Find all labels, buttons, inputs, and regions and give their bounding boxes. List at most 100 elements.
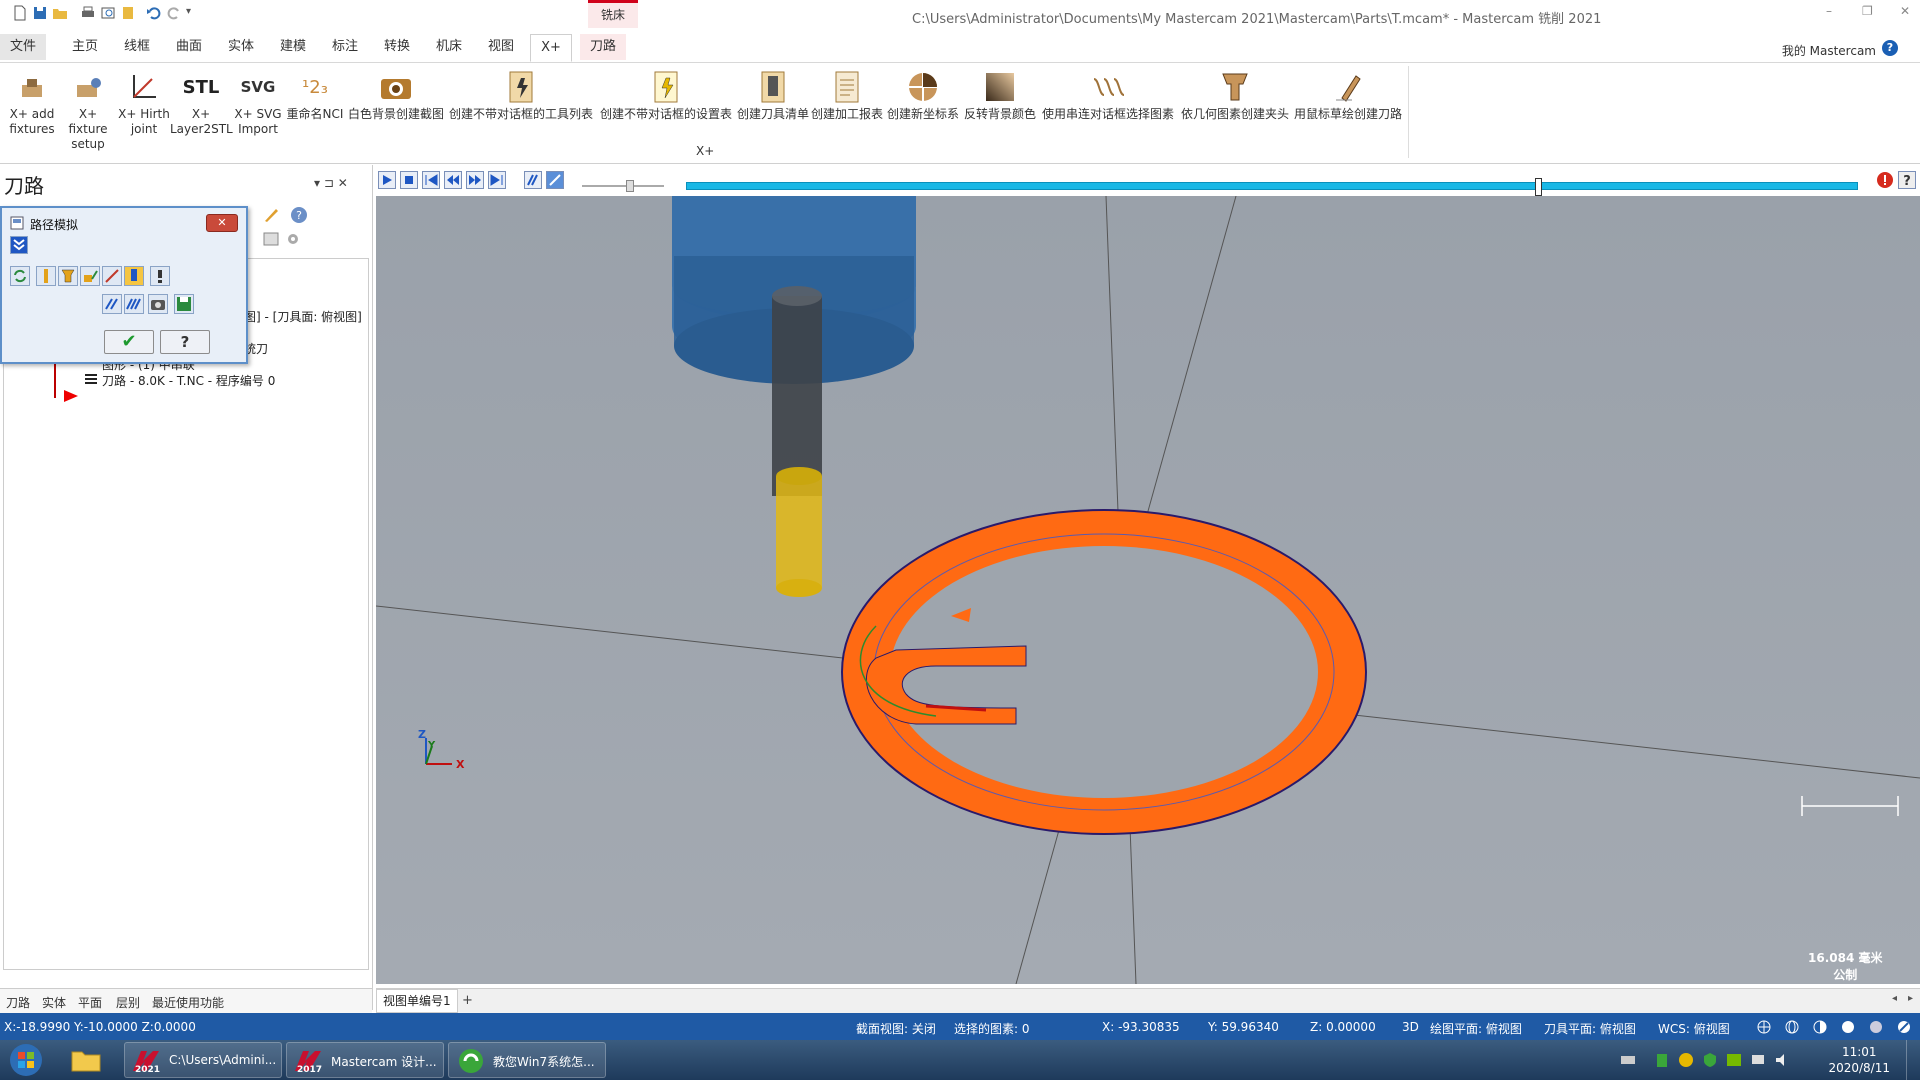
expand-icon[interactable] bbox=[10, 236, 28, 254]
shaded-icon[interactable] bbox=[1812, 1019, 1828, 1035]
simulation-progress-bar[interactable] bbox=[686, 182, 1858, 190]
restore-button[interactable]: ❐ bbox=[1862, 4, 1873, 18]
invert-background-color-button[interactable]: 反转背景颜色 bbox=[962, 69, 1038, 122]
taskbar-item-mastercam-2021[interactable]: 2021 C:\Users\Admini... bbox=[124, 1042, 282, 1078]
tab-machine[interactable]: 机床 bbox=[430, 34, 468, 60]
tab-view[interactable]: 视图 bbox=[482, 34, 520, 60]
info-icon[interactable] bbox=[150, 266, 170, 286]
material-icon[interactable] bbox=[1896, 1019, 1912, 1035]
toolpath-cut-style-icon[interactable] bbox=[124, 294, 144, 314]
toolpath-display-icon[interactable] bbox=[102, 266, 122, 286]
create-holder-button[interactable]: 依几何图素创建夹头 bbox=[1178, 69, 1292, 122]
step-tool-icon[interactable] bbox=[124, 266, 144, 286]
save-settings-icon[interactable] bbox=[174, 294, 194, 314]
step-forward-button[interactable] bbox=[466, 171, 484, 189]
tool-list-no-dialog-button[interactable]: 创建不带对话框的工具列表 bbox=[446, 69, 596, 122]
progress-marker[interactable] bbox=[1535, 178, 1542, 196]
toolpath-filter-icon[interactable] bbox=[262, 230, 280, 248]
z-coordinate[interactable]: Z: 0.00000 bbox=[1310, 1020, 1376, 1034]
minimize-button[interactable]: – bbox=[1826, 4, 1832, 18]
explorer-icon[interactable] bbox=[66, 1044, 106, 1076]
start-button[interactable] bbox=[6, 1042, 46, 1078]
solid-shaded-icon[interactable] bbox=[1840, 1019, 1856, 1035]
tab-drafting[interactable]: 标注 bbox=[326, 34, 364, 60]
new-file-icon[interactable] bbox=[12, 5, 28, 21]
wcs-status[interactable]: WCS: 俯视图 bbox=[1658, 1020, 1730, 1037]
panel-help-icon[interactable]: ? bbox=[290, 206, 308, 224]
tool-inventory-button[interactable]: 创建刀具清单 bbox=[736, 69, 810, 122]
bottom-tab-planes[interactable]: 平面 bbox=[78, 994, 102, 1011]
section-view-status[interactable]: 截面视图: 关闭 bbox=[856, 1020, 936, 1037]
tab-solids[interactable]: 实体 bbox=[222, 34, 260, 60]
tree-operation-info[interactable]: 图] - [刀具面: 俯视图] bbox=[244, 308, 362, 325]
tab-model-prep[interactable]: 建模 bbox=[274, 34, 312, 60]
qat-customize-icon[interactable]: ▾ bbox=[186, 6, 191, 17]
tray-nvidia-icon[interactable] bbox=[1726, 1052, 1742, 1068]
viewport-tab[interactable]: 视图单编号1 bbox=[376, 989, 458, 1013]
new-coordinate-system-button[interactable]: 创建新坐标系 bbox=[884, 69, 962, 122]
step-back-button[interactable] bbox=[444, 171, 462, 189]
speed-slider-thumb[interactable] bbox=[626, 180, 634, 192]
bottom-tab-levels[interactable]: 层别 bbox=[116, 994, 140, 1011]
xplus-svg-import-button[interactable]: SVG X+ SVG Import bbox=[232, 69, 284, 137]
xplus-layer2stl-button[interactable]: STL X+ Layer2STL bbox=[170, 69, 233, 137]
tab-home[interactable]: 主页 bbox=[66, 34, 104, 60]
insert-arrow-icon[interactable] bbox=[62, 388, 80, 404]
xplus-hirth-joint-button[interactable]: X+ Hirth joint bbox=[118, 69, 170, 137]
tray-battery-icon[interactable] bbox=[1654, 1052, 1670, 1068]
white-background-screenshot-button[interactable]: 白色背景创建截图 bbox=[346, 69, 446, 122]
redo-icon[interactable] bbox=[166, 5, 182, 21]
play-button[interactable] bbox=[378, 171, 396, 189]
print-icon[interactable] bbox=[80, 5, 96, 21]
taskbar-item-browser[interactable]: 教您Win7系统怎... bbox=[448, 1042, 606, 1078]
tool-display-icon[interactable] bbox=[36, 266, 56, 286]
xplus-add-fixtures-button[interactable]: X+ add fixtures bbox=[6, 69, 58, 137]
globe-icon[interactable] bbox=[1756, 1019, 1772, 1035]
dialog-help-button[interactable]: ? bbox=[160, 330, 210, 354]
tray-keyboard-icon[interactable] bbox=[1620, 1052, 1636, 1068]
properties-icon[interactable] bbox=[120, 5, 136, 21]
dialog-close-button[interactable]: ✕ bbox=[206, 214, 238, 232]
chain-dialog-select-button[interactable]: 使用串连对话框选择图素 bbox=[1038, 69, 1178, 122]
taskbar-item-mastercam-2017[interactable]: 2017 Mastercam 设计... bbox=[286, 1042, 444, 1078]
scroll-right-icon[interactable]: ▸ bbox=[1908, 993, 1913, 1004]
panel-controls[interactable]: ▾ ⊐ ✕ bbox=[314, 176, 348, 190]
close-button[interactable]: ✕ bbox=[1900, 4, 1910, 18]
tray-security-icon[interactable] bbox=[1678, 1052, 1694, 1068]
tab-xplus[interactable]: X+ bbox=[530, 34, 572, 62]
taskbar-clock[interactable]: 11:01 2020/8/11 bbox=[1828, 1044, 1890, 1076]
repeat-icon[interactable] bbox=[10, 266, 30, 286]
stop-conditions-icon[interactable] bbox=[1876, 171, 1894, 189]
scroll-left-icon[interactable]: ◂ bbox=[1892, 993, 1897, 1004]
globe-wire-icon[interactable] bbox=[1784, 1019, 1800, 1035]
tree-toolpath[interactable]: 刀路 - 8.0K - T.NC - 程序编号 0 bbox=[102, 372, 275, 389]
tab-file[interactable]: 文件 bbox=[0, 34, 46, 60]
y-coordinate[interactable]: Y: 59.96340 bbox=[1208, 1020, 1279, 1034]
ok-button[interactable]: ✔ bbox=[104, 330, 154, 354]
tab-wireframe[interactable]: 线框 bbox=[118, 34, 156, 60]
run-mode-button[interactable] bbox=[546, 171, 564, 189]
toolpath-settings-icon[interactable] bbox=[284, 230, 302, 248]
go-to-start-button[interactable] bbox=[422, 171, 440, 189]
toolpath-style-icon[interactable] bbox=[102, 294, 122, 314]
bottom-tab-solids[interactable]: 实体 bbox=[42, 994, 66, 1011]
stop-button[interactable] bbox=[400, 171, 418, 189]
my-mastercam-link[interactable]: 我的 Mastercam bbox=[1782, 42, 1876, 59]
sketch-toolpath-button[interactable]: 用鼠标草绘创建刀路 bbox=[1292, 69, 1404, 122]
bottom-tab-toolpaths[interactable]: 刀路 bbox=[6, 994, 30, 1011]
3d-mode-toggle[interactable]: 3D bbox=[1402, 1020, 1419, 1034]
open-folder-icon[interactable] bbox=[52, 5, 68, 21]
toolpath-tool-icon[interactable] bbox=[262, 206, 280, 224]
rename-nci-button[interactable]: ¹2₃ 重命名NCI bbox=[284, 69, 346, 122]
help-icon[interactable]: ? bbox=[1882, 40, 1898, 56]
screenshot-icon[interactable] bbox=[148, 294, 168, 314]
construction-plane-status[interactable]: 绘图平面: 俯视图 bbox=[1430, 1020, 1522, 1037]
x-coordinate[interactable]: X: -93.30835 bbox=[1102, 1020, 1180, 1034]
tab-surfaces[interactable]: 曲面 bbox=[170, 34, 208, 60]
translucent-icon[interactable] bbox=[1868, 1019, 1884, 1035]
holder-display-icon[interactable] bbox=[58, 266, 78, 286]
print-preview-icon[interactable] bbox=[100, 5, 116, 21]
playback-help-icon[interactable]: ? bbox=[1898, 171, 1916, 189]
setup-sheet-no-dialog-button[interactable]: 创建不带对话框的设置表 bbox=[596, 69, 736, 122]
machining-report-button[interactable]: 创建加工报表 bbox=[810, 69, 884, 122]
